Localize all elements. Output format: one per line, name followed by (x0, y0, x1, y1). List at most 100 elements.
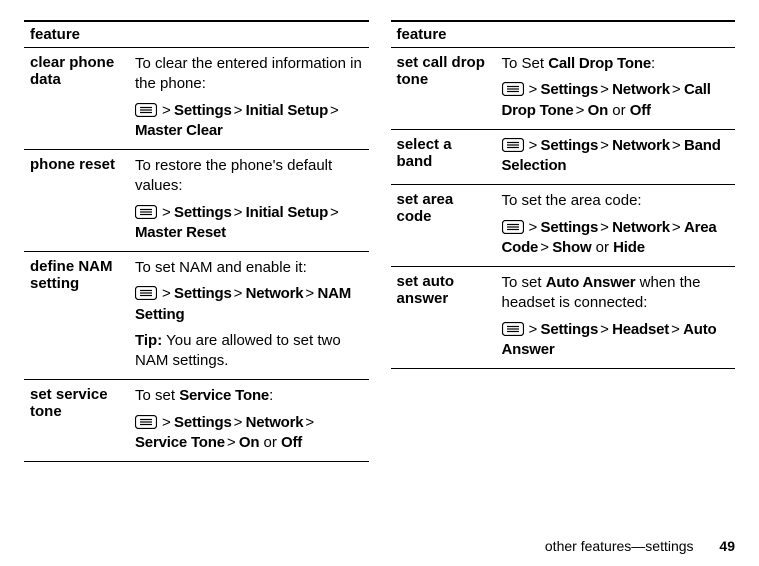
table-row: phone resetTo restore the phone's defaul… (24, 150, 369, 252)
table-row: clear phone dataTo clear the entered inf… (24, 48, 369, 150)
tip-label: Tip: (135, 332, 162, 349)
path-segment: Network (612, 81, 670, 98)
menu-path: > Settings> Initial Setup> Master Reset (135, 203, 363, 244)
table-header-feature: feature (391, 21, 736, 48)
path-option: Show (552, 239, 591, 256)
path-segment: Settings (174, 102, 232, 119)
feature-description: To clear the entered information in the … (129, 48, 369, 150)
breadcrumb-separator: > (598, 81, 611, 98)
path-option: Off (281, 434, 302, 451)
breadcrumb-separator: > (670, 137, 683, 154)
menu-key-icon (135, 415, 157, 429)
menu-key-icon (135, 286, 157, 300)
breadcrumb-separator: > (574, 102, 587, 119)
menu-path: > Settings> Network> NAM Setting (135, 284, 363, 325)
table-row: define NAM settingTo set NAM and enable … (24, 252, 369, 380)
feature-description: To set Service Tone:> Settings> Network>… (129, 380, 369, 462)
breadcrumb-separator: > (303, 285, 316, 302)
path-segment: Settings (541, 137, 599, 154)
menu-key-icon (135, 205, 157, 219)
menu-path: > Settings> Network> Service Tone> On or… (135, 413, 363, 454)
feature-name: clear phone data (24, 48, 129, 150)
menu-path: > Settings> Network> Area Code> Show or … (502, 218, 730, 259)
path-option: Hide (613, 239, 645, 256)
feature-name: select a band (391, 129, 496, 185)
breadcrumb-separator: > (527, 219, 540, 236)
menu-path: > Settings> Network> Band Selection (502, 136, 730, 177)
path-segment: Settings (174, 285, 232, 302)
feature-description: To set Auto Answer when the headset is c… (496, 267, 736, 369)
path-option: On (239, 434, 259, 451)
feature-name: define NAM setting (24, 252, 129, 380)
menu-key-icon (502, 220, 524, 234)
breadcrumb-separator: > (527, 137, 540, 154)
breadcrumb-separator: > (303, 414, 316, 431)
feature-name: phone reset (24, 150, 129, 252)
path-segment: Settings (541, 321, 599, 338)
feature-name: set auto answer (391, 267, 496, 369)
table-row: set call drop toneTo Set Call Drop Tone:… (391, 48, 736, 130)
footer-section: other features—settings (545, 538, 694, 554)
menu-key-icon (135, 103, 157, 117)
path-segment: Service Tone (135, 434, 225, 451)
page-number: 49 (719, 538, 735, 554)
menu-key-icon (502, 322, 524, 336)
page-footer: other features—settings 49 (24, 522, 735, 554)
columns: feature clear phone dataTo clear the ent… (24, 20, 735, 522)
intro-text: To set Auto Answer when the headset is c… (502, 273, 730, 314)
path-segment: Network (612, 219, 670, 236)
breadcrumb-separator: > (598, 137, 611, 154)
breadcrumb-separator: > (160, 414, 173, 431)
breadcrumb-separator: > (598, 321, 611, 338)
breadcrumb-separator: > (328, 102, 341, 119)
path-option: On (588, 102, 608, 119)
path-segment: Settings (174, 414, 232, 431)
feature-name: set call drop tone (391, 48, 496, 130)
breadcrumb-separator: > (598, 219, 611, 236)
breadcrumb-separator: > (669, 321, 682, 338)
breadcrumb-separator: > (538, 239, 551, 256)
breadcrumb-separator: > (160, 285, 173, 302)
option-separator: or (259, 434, 281, 451)
feature-description: To set the area code: > Settings> Network… (496, 185, 736, 267)
intro-bold: Call Drop Tone (548, 55, 651, 72)
right-table: feature set call drop toneTo Set Call Dr… (391, 20, 736, 369)
path-segment: Network (246, 414, 304, 431)
breadcrumb-separator: > (527, 81, 540, 98)
left-table: feature clear phone dataTo clear the ent… (24, 20, 369, 462)
intro-bold: Auto Answer (546, 274, 636, 291)
breadcrumb-separator: > (160, 102, 173, 119)
intro-text: To clear the entered information in the … (135, 54, 363, 95)
menu-path: > Settings> Headset> Auto Answer (502, 320, 730, 361)
option-separator: or (591, 239, 613, 256)
table-header-feature: feature (24, 21, 369, 48)
breadcrumb-separator: > (225, 434, 238, 451)
feature-name: set area code (391, 185, 496, 267)
breadcrumb-separator: > (232, 414, 245, 431)
breadcrumb-separator: > (527, 321, 540, 338)
feature-description: To set NAM and enable it:> Settings> Net… (129, 252, 369, 380)
breadcrumb-separator: > (328, 204, 341, 221)
path-segment: Master Clear (135, 122, 223, 139)
tip-text: Tip: You are allowed to set two NAM sett… (135, 331, 363, 372)
path-segment: Master Reset (135, 224, 226, 241)
path-segment: Headset (612, 321, 669, 338)
intro-bold: Service Tone (179, 387, 269, 404)
breadcrumb-separator: > (232, 102, 245, 119)
table-row: set auto answerTo set Auto Answer when t… (391, 267, 736, 369)
intro-text: To set the area code: (502, 191, 730, 211)
path-segment: Initial Setup (246, 102, 328, 119)
menu-path: > Settings> Initial Setup> Master Clear (135, 101, 363, 142)
table-row: set area code To set the area code: > Sett… (391, 185, 736, 267)
path-segment: Network (246, 285, 304, 302)
feature-name: set service tone (24, 380, 129, 462)
feature-description: To restore the phone's default values:> … (129, 150, 369, 252)
breadcrumb-separator: > (160, 204, 173, 221)
left-column: feature clear phone dataTo clear the ent… (24, 20, 369, 462)
breadcrumb-separator: > (232, 285, 245, 302)
right-column: feature set call drop toneTo Set Call Dr… (391, 20, 736, 369)
path-segment: Settings (174, 204, 232, 221)
menu-path: > Settings> Network> Call Drop Tone> On … (502, 80, 730, 121)
breadcrumb-separator: > (670, 81, 683, 98)
path-segment: Settings (541, 81, 599, 98)
